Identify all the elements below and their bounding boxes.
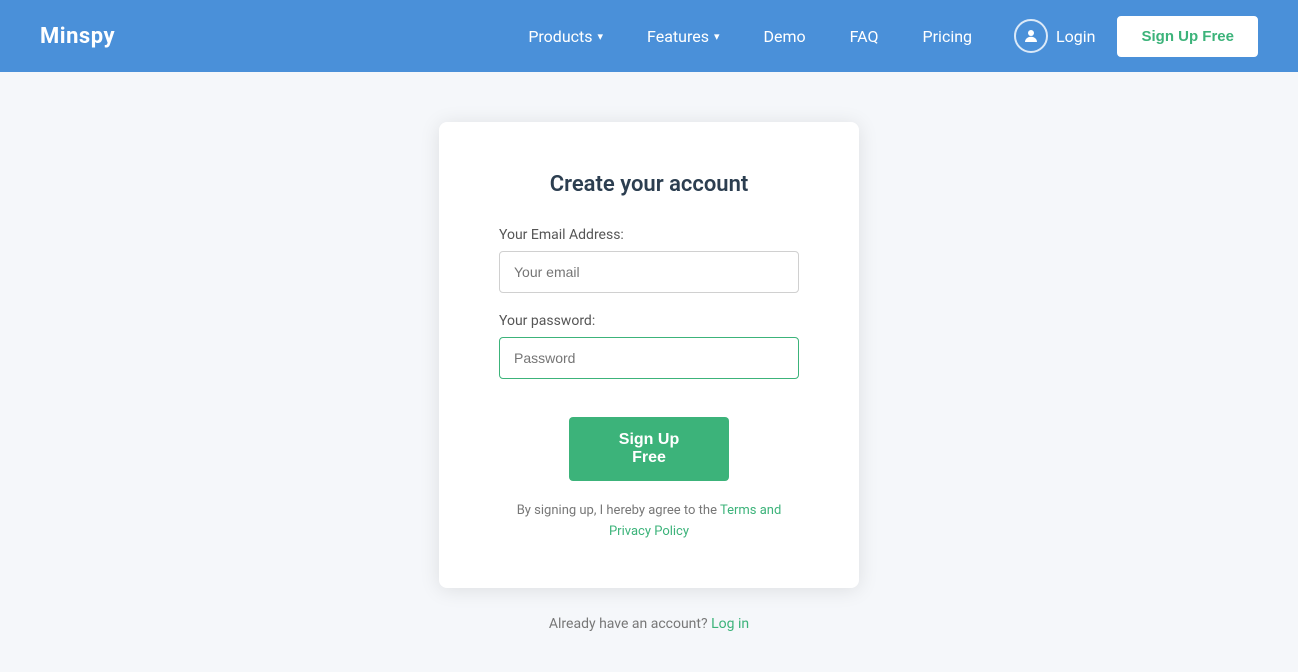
password-label: Your password: [499, 313, 799, 329]
main-signup-button[interactable]: Sign Up Free [569, 417, 729, 481]
nav-demo[interactable]: Demo [746, 19, 824, 54]
chevron-down-icon: ▾ [598, 30, 604, 43]
chevron-down-icon: ▾ [714, 30, 720, 43]
password-form-group: Your password: [499, 313, 799, 379]
email-label: Your Email Address: [499, 227, 799, 243]
login-link[interactable]: Log in [711, 616, 749, 632]
card-title: Create your account [550, 172, 749, 197]
signup-card: Create your account Your Email Address: … [439, 122, 859, 588]
already-account-text: Already have an account? Log in [549, 616, 749, 632]
main-content: Create your account Your Email Address: … [0, 72, 1298, 672]
header-signup-button[interactable]: Sign Up Free [1117, 16, 1258, 57]
login-nav-item[interactable]: Login [1000, 11, 1109, 61]
nav-features[interactable]: Features ▾ [629, 19, 737, 54]
nav-pricing[interactable]: Pricing [905, 19, 991, 54]
site-header: Minspy Products ▾ Features ▾ Demo FAQ Pr… [0, 0, 1298, 72]
email-form-group: Your Email Address: [499, 227, 799, 293]
site-logo: Minspy [40, 24, 115, 49]
nav-products[interactable]: Products ▾ [510, 19, 621, 54]
email-input[interactable] [499, 251, 799, 293]
password-input[interactable] [499, 337, 799, 379]
nav-faq[interactable]: FAQ [832, 19, 897, 54]
main-nav: Products ▾ Features ▾ Demo FAQ Pricing [510, 19, 990, 54]
user-icon [1014, 19, 1048, 53]
terms-text: By signing up, I hereby agree to the Ter… [499, 501, 799, 543]
